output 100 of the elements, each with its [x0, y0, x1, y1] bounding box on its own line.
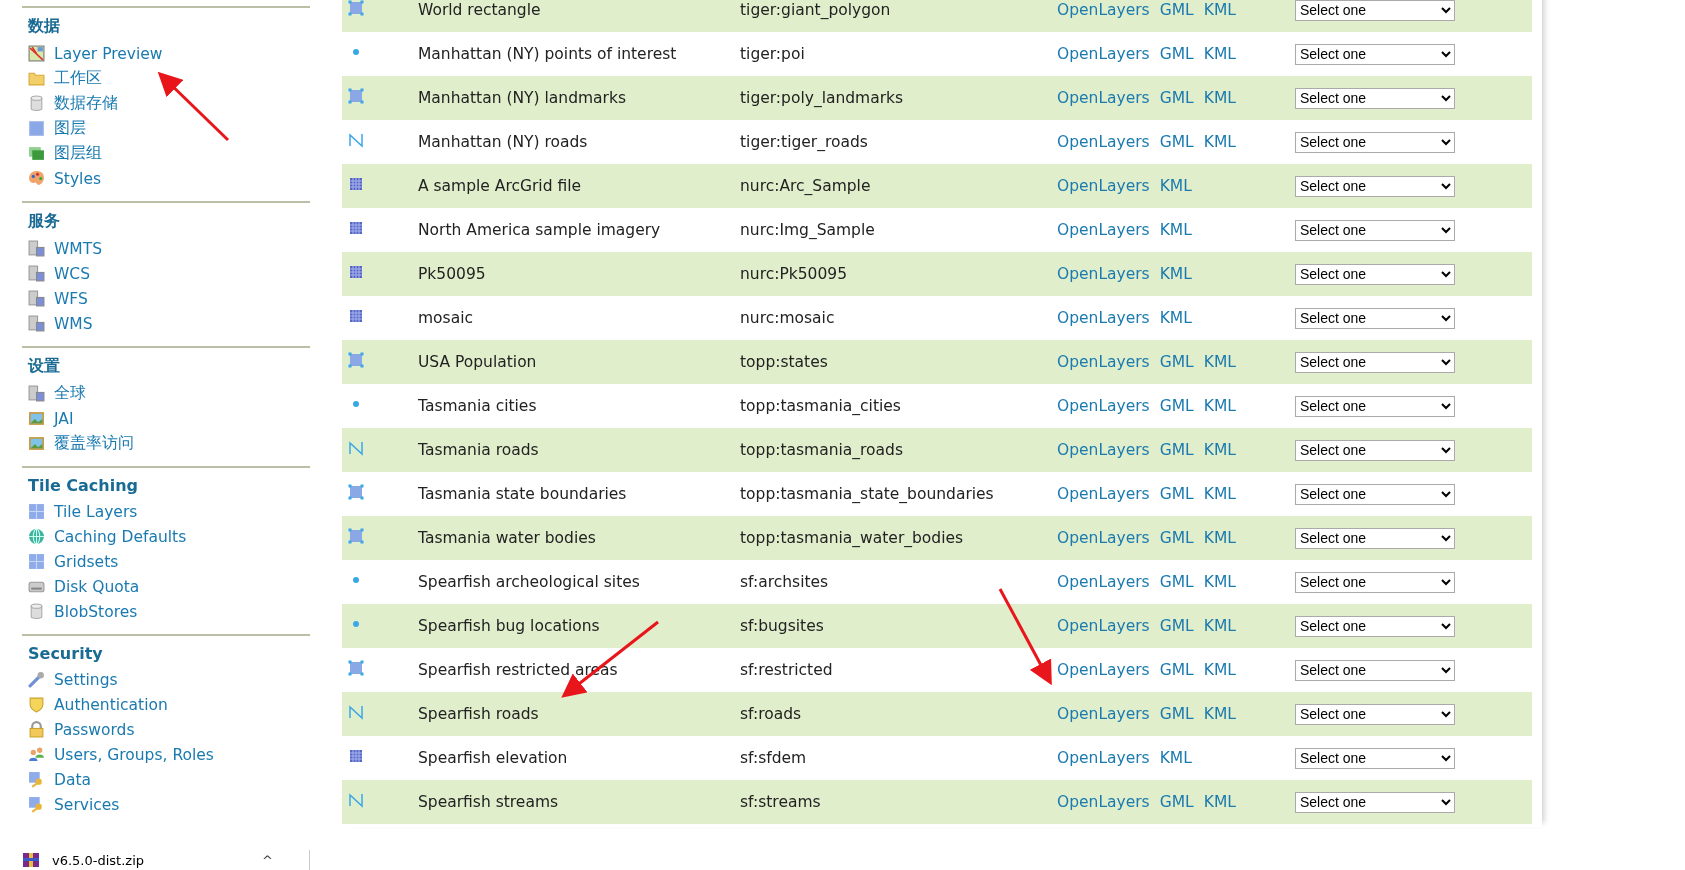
- menu-link[interactable]: Users, Groups, Roles: [54, 745, 214, 764]
- preview-link[interactable]: KML: [1203, 45, 1236, 63]
- preview-link[interactable]: OpenLayers: [1057, 177, 1150, 195]
- format-dropdown[interactable]: Select one: [1295, 439, 1455, 461]
- preview-link[interactable]: OpenLayers: [1057, 265, 1150, 283]
- menu-link[interactable]: 数据存储: [54, 93, 118, 114]
- menu-link[interactable]: Authentication: [54, 695, 168, 714]
- menu-link[interactable]: JAI: [54, 409, 74, 428]
- format-dropdown[interactable]: Select one: [1295, 43, 1455, 65]
- layer-title: USA Population: [418, 353, 538, 371]
- preview-link[interactable]: GML: [1159, 89, 1194, 107]
- menu-link[interactable]: Passwords: [54, 720, 135, 739]
- format-dropdown[interactable]: Select one: [1295, 747, 1455, 769]
- preview-link[interactable]: KML: [1203, 397, 1236, 415]
- preview-link[interactable]: KML: [1203, 89, 1236, 107]
- menu-link[interactable]: Gridsets: [54, 552, 119, 571]
- menu-link[interactable]: Styles: [54, 169, 101, 188]
- file-name[interactable]: v6.5.0-dist.zip: [52, 852, 144, 868]
- format-dropdown[interactable]: Select one: [1295, 263, 1455, 285]
- preview-link[interactable]: KML: [1159, 177, 1192, 195]
- menu-link[interactable]: WMS: [54, 314, 93, 333]
- preview-link[interactable]: OpenLayers: [1057, 89, 1150, 107]
- preview-link[interactable]: GML: [1159, 793, 1194, 811]
- format-dropdown[interactable]: Select one: [1295, 307, 1455, 329]
- format-dropdown[interactable]: Select one: [1295, 0, 1455, 21]
- layer-name: tiger:poi: [740, 45, 806, 63]
- preview-link[interactable]: OpenLayers: [1057, 309, 1150, 327]
- preview-link[interactable]: KML: [1203, 485, 1236, 503]
- preview-link[interactable]: OpenLayers: [1057, 133, 1150, 151]
- preview-link[interactable]: KML: [1203, 573, 1236, 591]
- preview-link[interactable]: OpenLayers: [1057, 353, 1150, 371]
- format-dropdown[interactable]: Select one: [1295, 659, 1455, 681]
- menu-link[interactable]: Caching Defaults: [54, 527, 187, 546]
- preview-link[interactable]: KML: [1203, 529, 1236, 547]
- preview-link[interactable]: OpenLayers: [1057, 749, 1150, 767]
- preview-link[interactable]: GML: [1159, 353, 1194, 371]
- preview-link[interactable]: KML: [1203, 441, 1236, 459]
- format-dropdown[interactable]: Select one: [1295, 791, 1455, 813]
- preview-link[interactable]: OpenLayers: [1057, 661, 1150, 679]
- menu-link[interactable]: WCS: [54, 264, 90, 283]
- preview-link[interactable]: OpenLayers: [1057, 1, 1150, 19]
- preview-link[interactable]: KML: [1159, 265, 1192, 283]
- format-dropdown[interactable]: Select one: [1295, 483, 1455, 505]
- preview-link[interactable]: GML: [1159, 1, 1194, 19]
- preview-link[interactable]: KML: [1159, 749, 1192, 767]
- preview-link[interactable]: OpenLayers: [1057, 573, 1150, 591]
- format-dropdown[interactable]: Select one: [1295, 527, 1455, 549]
- preview-link[interactable]: OpenLayers: [1057, 221, 1150, 239]
- preview-link[interactable]: GML: [1159, 133, 1194, 151]
- preview-link[interactable]: GML: [1159, 441, 1194, 459]
- preview-link[interactable]: KML: [1203, 133, 1236, 151]
- format-dropdown[interactable]: Select one: [1295, 175, 1455, 197]
- preview-link[interactable]: GML: [1159, 529, 1194, 547]
- menu-link[interactable]: 工作区: [54, 68, 102, 89]
- preview-link[interactable]: KML: [1203, 617, 1236, 635]
- preview-link[interactable]: KML: [1203, 353, 1236, 371]
- preview-link[interactable]: OpenLayers: [1057, 529, 1150, 547]
- menu-link[interactable]: Layer Preview: [54, 44, 163, 63]
- preview-link[interactable]: OpenLayers: [1057, 793, 1150, 811]
- preview-link[interactable]: OpenLayers: [1057, 45, 1150, 63]
- preview-link[interactable]: GML: [1159, 705, 1194, 723]
- menu-link[interactable]: Data: [54, 770, 91, 789]
- format-dropdown[interactable]: Select one: [1295, 87, 1455, 109]
- format-dropdown[interactable]: Select one: [1295, 351, 1455, 373]
- format-dropdown[interactable]: Select one: [1295, 395, 1455, 417]
- preview-link[interactable]: GML: [1159, 397, 1194, 415]
- preview-link[interactable]: OpenLayers: [1057, 705, 1150, 723]
- preview-link[interactable]: OpenLayers: [1057, 485, 1150, 503]
- preview-link[interactable]: KML: [1203, 1, 1236, 19]
- menu-link[interactable]: 全球: [54, 383, 86, 404]
- menu-link[interactable]: Tile Layers: [54, 502, 138, 521]
- preview-link[interactable]: OpenLayers: [1057, 617, 1150, 635]
- preview-link[interactable]: OpenLayers: [1057, 397, 1150, 415]
- menu-link[interactable]: 覆盖率访问: [54, 433, 134, 454]
- menu-link[interactable]: 图层组: [54, 143, 102, 164]
- preview-link[interactable]: GML: [1159, 573, 1194, 591]
- preview-link[interactable]: GML: [1159, 45, 1194, 63]
- layer-title: mosaic: [418, 309, 474, 327]
- menu-link[interactable]: 图层: [54, 118, 86, 139]
- format-dropdown[interactable]: Select one: [1295, 615, 1455, 637]
- menu-link[interactable]: Disk Quota: [54, 577, 140, 596]
- preview-link[interactable]: GML: [1159, 485, 1194, 503]
- format-dropdown[interactable]: Select one: [1295, 131, 1455, 153]
- expand-button[interactable]: ^: [262, 852, 273, 868]
- menu-link[interactable]: Settings: [54, 670, 118, 689]
- preview-link[interactable]: OpenLayers: [1057, 441, 1150, 459]
- preview-link[interactable]: KML: [1203, 705, 1236, 723]
- preview-link[interactable]: GML: [1159, 661, 1194, 679]
- menu-link[interactable]: WMTS: [54, 239, 102, 258]
- menu-link[interactable]: BlobStores: [54, 602, 138, 621]
- preview-link[interactable]: KML: [1203, 793, 1236, 811]
- preview-link[interactable]: KML: [1159, 309, 1192, 327]
- preview-link[interactable]: KML: [1159, 221, 1192, 239]
- format-dropdown[interactable]: Select one: [1295, 571, 1455, 593]
- format-dropdown[interactable]: Select one: [1295, 219, 1455, 241]
- menu-link[interactable]: WFS: [54, 289, 88, 308]
- preview-link[interactable]: KML: [1203, 661, 1236, 679]
- preview-link[interactable]: GML: [1159, 617, 1194, 635]
- menu-link[interactable]: Services: [54, 795, 120, 814]
- format-dropdown[interactable]: Select one: [1295, 703, 1455, 725]
